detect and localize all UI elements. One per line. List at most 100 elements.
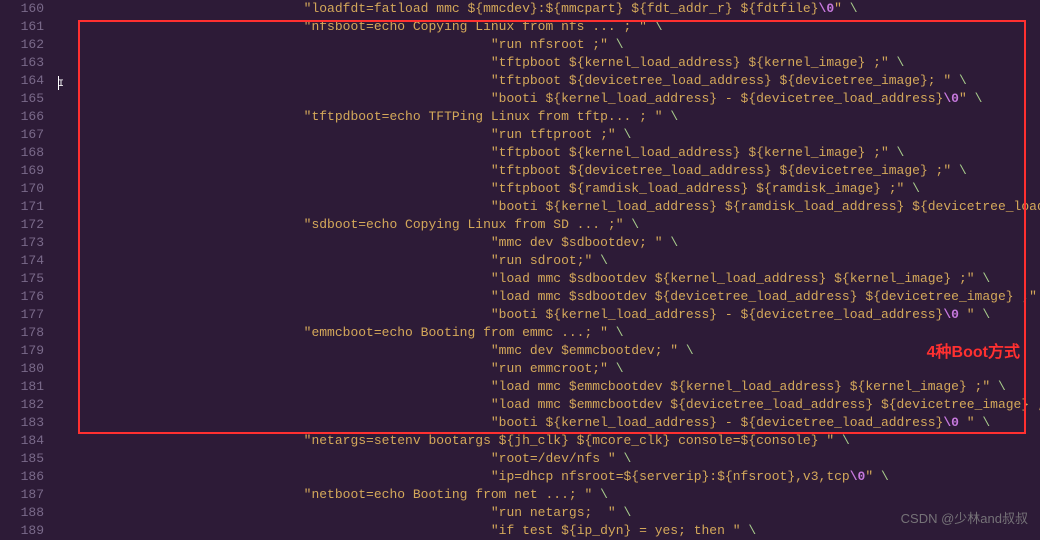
line-number: 184 bbox=[0, 432, 44, 450]
string-token: "mmc dev $emmcbootdev; " bbox=[491, 343, 686, 358]
code-line[interactable]: "run sdroot;" \ bbox=[54, 252, 1040, 270]
code-line[interactable]: "tftpboot ${kernel_load_address} ${kerne… bbox=[54, 54, 1040, 72]
annotation-label: 4种Boot方式 bbox=[927, 344, 1020, 362]
code-line[interactable]: "load mmc $sdbootdev ${kernel_load_addre… bbox=[54, 270, 1040, 288]
continuation-token: \ bbox=[975, 91, 983, 106]
string-token: "run netargs; " bbox=[491, 505, 624, 520]
continuation-token: \ bbox=[842, 433, 850, 448]
line-number: 172 bbox=[0, 216, 44, 234]
string-token: "run sdroot;" bbox=[491, 253, 600, 268]
line-number: 176 bbox=[0, 288, 44, 306]
line-gutter: 1601611621631641651661671681691701711721… bbox=[0, 0, 54, 534]
string-token: "run nfsroot ;" bbox=[491, 37, 616, 52]
continuation-token: \ bbox=[600, 253, 608, 268]
line-number: 187 bbox=[0, 486, 44, 504]
string-token: "netboot=echo Booting from net ...; " bbox=[304, 487, 600, 502]
code-area[interactable]: "loadfdt=fatload mmc ${mmcdev}:${mmcpart… bbox=[54, 0, 1040, 534]
code-line[interactable]: "load mmc $emmcbootdev ${kernel_load_add… bbox=[54, 378, 1040, 396]
escape-token: \0 bbox=[943, 307, 959, 322]
string-token: "run emmcroot;" bbox=[491, 361, 616, 376]
string-token: "tftpboot ${ramdisk_load_address} ${ramd… bbox=[491, 181, 912, 196]
code-line[interactable]: "load mmc $emmcbootdev ${devicetree_load… bbox=[54, 396, 1040, 414]
continuation-token: \ bbox=[686, 343, 694, 358]
continuation-token: \ bbox=[982, 415, 990, 430]
escape-token: \0 bbox=[819, 1, 835, 16]
line-number: 168 bbox=[0, 144, 44, 162]
code-line[interactable]: "booti ${kernel_load_address} ${ramdisk_… bbox=[54, 198, 1040, 216]
string-token: "booti ${kernel_load_address} ${ramdisk_… bbox=[491, 199, 1040, 214]
line-number: 186 bbox=[0, 468, 44, 486]
line-number: 164 bbox=[0, 72, 44, 90]
line-number: 183 bbox=[0, 414, 44, 432]
line-number: 167 bbox=[0, 126, 44, 144]
code-line[interactable]: "run tftproot ;" \ bbox=[54, 126, 1040, 144]
code-editor[interactable]: 1601611621631641651661671681691701711721… bbox=[0, 0, 1040, 534]
string-token: "sdboot=echo Copying Linux from SD ... ;… bbox=[304, 217, 632, 232]
continuation-token: \ bbox=[624, 451, 632, 466]
string-token: "tftpboot ${devicetree_load_address} ${d… bbox=[491, 73, 959, 88]
code-line[interactable]: "tftpboot ${ramdisk_load_address} ${ramd… bbox=[54, 180, 1040, 198]
continuation-token: \ bbox=[600, 487, 608, 502]
continuation-token: \ bbox=[655, 19, 663, 34]
continuation-token: \ bbox=[616, 325, 624, 340]
string-token: "booti ${kernel_load_address} - ${device… bbox=[491, 415, 943, 430]
string-token: " bbox=[959, 91, 975, 106]
string-token: "load mmc $sdbootdev ${kernel_load_addre… bbox=[491, 271, 982, 286]
code-line[interactable]: "tftpboot ${devicetree_load_address} ${d… bbox=[54, 162, 1040, 180]
string-token: "mmc dev $sdbootdev; " bbox=[491, 235, 670, 250]
string-token: "load mmc $emmcbootdev ${devicetree_load… bbox=[491, 397, 1040, 412]
code-line[interactable]: "mmc dev $sdbootdev; " \ bbox=[54, 234, 1040, 252]
string-token: "booti ${kernel_load_address} - ${device… bbox=[491, 91, 943, 106]
line-number: 166 bbox=[0, 108, 44, 126]
continuation-token: \ bbox=[631, 217, 639, 232]
code-line[interactable]: "netargs=setenv bootargs ${jh_clk} ${mco… bbox=[54, 432, 1040, 450]
code-line[interactable]: "emmcboot=echo Booting from emmc ...; " … bbox=[54, 324, 1040, 342]
code-line[interactable]: "tftpboot ${devicetree_load_address} ${d… bbox=[54, 72, 1040, 90]
code-line[interactable]: "nfsboot=echo Copying Linux from nfs ...… bbox=[54, 18, 1040, 36]
string-token: "ip=dhcp nfsroot=${serverip}:${nfsroot},… bbox=[491, 469, 850, 484]
code-line[interactable]: "ip=dhcp nfsroot=${serverip}:${nfsroot},… bbox=[54, 468, 1040, 486]
continuation-token: \ bbox=[982, 271, 990, 286]
code-line[interactable]: "netboot=echo Booting from net ...; " \ bbox=[54, 486, 1040, 504]
continuation-token: \ bbox=[897, 145, 905, 160]
line-number: 169 bbox=[0, 162, 44, 180]
continuation-token: \ bbox=[959, 163, 967, 178]
line-number: 180 bbox=[0, 360, 44, 378]
code-line[interactable]: "run emmcroot;" \ bbox=[54, 360, 1040, 378]
code-line[interactable]: "booti ${kernel_load_address} - ${device… bbox=[54, 306, 1040, 324]
string-token: "nfsboot=echo Copying Linux from nfs ...… bbox=[304, 19, 655, 34]
code-line[interactable]: "tftpboot ${kernel_load_address} ${kerne… bbox=[54, 144, 1040, 162]
continuation-token: \ bbox=[616, 37, 624, 52]
continuation-token: \ bbox=[850, 1, 858, 16]
string-token: " bbox=[834, 1, 850, 16]
string-token: " bbox=[865, 469, 881, 484]
code-line[interactable]: "root=/dev/nfs " \ bbox=[54, 450, 1040, 468]
continuation-token: \ bbox=[748, 523, 756, 538]
line-number: 189 bbox=[0, 522, 44, 540]
string-token: "tftpboot ${devicetree_load_address} ${d… bbox=[491, 163, 959, 178]
line-number: 175 bbox=[0, 270, 44, 288]
code-line[interactable]: "loadfdt=fatload mmc ${mmcdev}:${mmcpart… bbox=[54, 0, 1040, 18]
string-token: "tftpdboot=echo TFTPing Linux from tftp.… bbox=[304, 109, 671, 124]
code-line[interactable]: "if test ${ip_dyn} = yes; then " \ bbox=[54, 522, 1040, 540]
line-number: 165 bbox=[0, 90, 44, 108]
string-token: "tftpboot ${kernel_load_address} ${kerne… bbox=[491, 145, 897, 160]
code-line[interactable]: "sdboot=echo Copying Linux from SD ... ;… bbox=[54, 216, 1040, 234]
line-number: 181 bbox=[0, 378, 44, 396]
line-number: 174 bbox=[0, 252, 44, 270]
code-line[interactable]: "run nfsroot ;" \ bbox=[54, 36, 1040, 54]
continuation-token: \ bbox=[624, 505, 632, 520]
code-line[interactable]: "run netargs; " \ bbox=[54, 504, 1040, 522]
code-line[interactable]: "booti ${kernel_load_address} - ${device… bbox=[54, 90, 1040, 108]
string-token: "tftpboot ${kernel_load_address} ${kerne… bbox=[491, 55, 897, 70]
code-line[interactable]: "load mmc $sdbootdev ${devicetree_load_a… bbox=[54, 288, 1040, 306]
string-token: "root=/dev/nfs " bbox=[491, 451, 624, 466]
text-cursor-icon: I bbox=[58, 76, 59, 90]
code-line[interactable]: "tftpdboot=echo TFTPing Linux from tftp.… bbox=[54, 108, 1040, 126]
code-line[interactable]: "booti ${kernel_load_address} - ${device… bbox=[54, 414, 1040, 432]
escape-token: \0 bbox=[850, 469, 866, 484]
continuation-token: \ bbox=[624, 127, 632, 142]
continuation-token: \ bbox=[897, 55, 905, 70]
line-number: 179 bbox=[0, 342, 44, 360]
code-line[interactable]: "mmc dev $emmcbootdev; " \ bbox=[54, 342, 1040, 360]
